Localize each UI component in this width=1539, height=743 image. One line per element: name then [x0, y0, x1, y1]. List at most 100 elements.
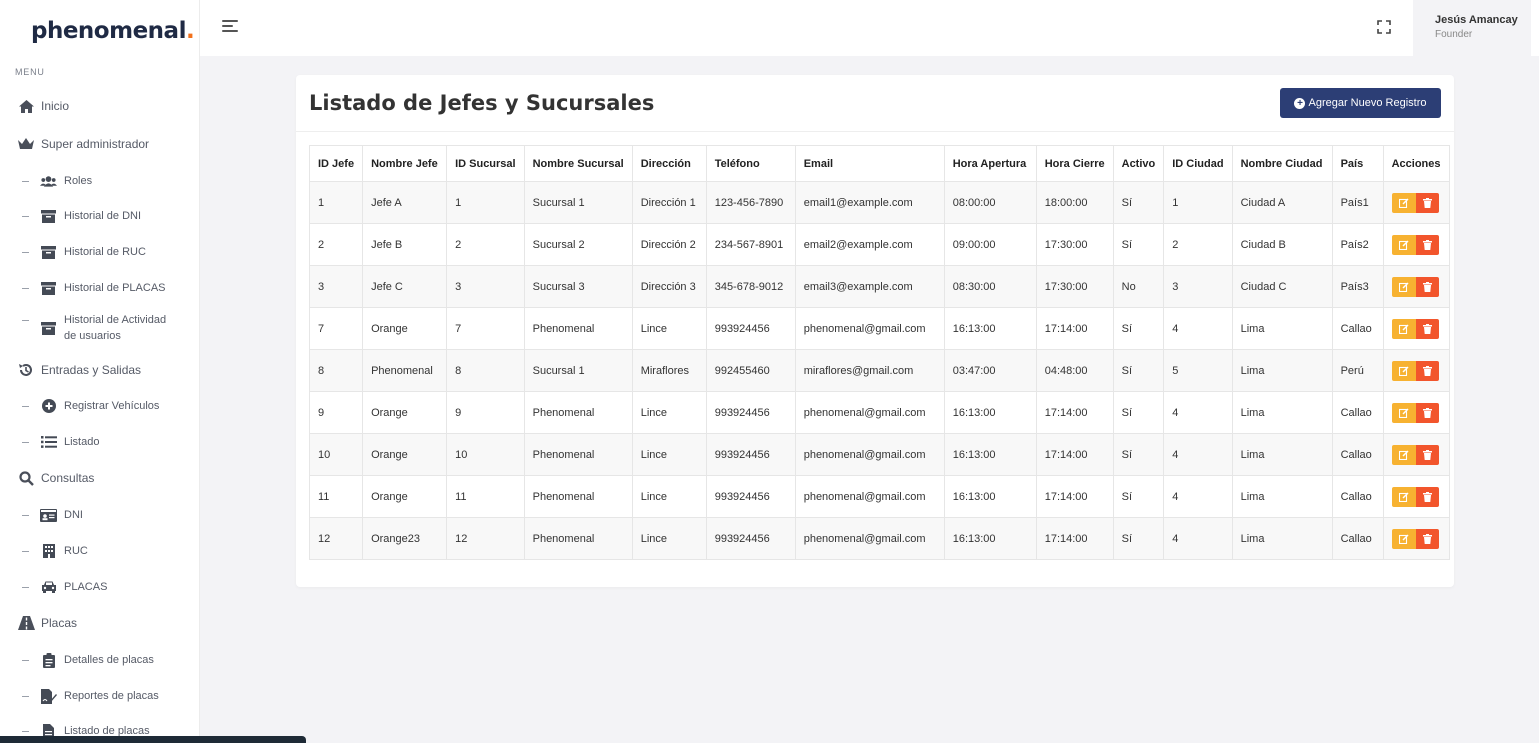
sidebar-item-placas-consulta[interactable]: PLACAS	[22, 579, 107, 595]
edit-button[interactable]	[1391, 234, 1416, 255]
delete-button[interactable]	[1415, 234, 1439, 255]
table-cell: Lima	[1231, 517, 1333, 560]
user-menu[interactable]: Jesús Amancay Founder	[1413, 0, 1531, 56]
sidebar-item-listado[interactable]: Listado	[22, 434, 99, 450]
table-cell: 4	[1163, 307, 1233, 350]
table-cell: Callao	[1331, 307, 1384, 350]
table-cell: 17:14:00	[1035, 307, 1114, 350]
trash-icon	[1422, 323, 1432, 334]
sidebar-item-dni[interactable]: DNI	[22, 507, 83, 523]
table-cell: Phenomenal	[523, 475, 633, 518]
sidebar-item-consultas[interactable]: Consultas	[17, 470, 94, 486]
edit-button[interactable]	[1391, 486, 1416, 507]
delete-button[interactable]	[1415, 276, 1439, 297]
sidebar-item-historial-ruc[interactable]: Historial de RUC	[22, 244, 146, 260]
edit-button[interactable]	[1391, 444, 1416, 465]
table-cell: Lima	[1231, 433, 1333, 476]
table-cell: Callao	[1331, 433, 1384, 476]
edit-button[interactable]	[1391, 192, 1416, 213]
table-cell: 123-456-7890	[705, 181, 796, 224]
table-cell: 4	[1163, 391, 1233, 434]
delete-button[interactable]	[1415, 528, 1439, 549]
sidebar-item-label: Registrar Vehículos	[64, 400, 160, 412]
fullscreen-icon[interactable]	[1377, 20, 1391, 34]
delete-button[interactable]	[1415, 192, 1439, 213]
sidebar-item-label: RUC	[64, 545, 88, 557]
sidebar-item-roles[interactable]: Roles	[22, 173, 92, 189]
sidebar-item-historial-placas[interactable]: Historial de PLACAS	[22, 280, 166, 296]
table-row: 7 Orange 7 Phenomenal Lince 993924456 phenomen…	[308, 307, 1450, 350]
sidebar-item-super-administrador[interactable]: Super administrador	[17, 136, 149, 152]
table-row: 8 Phenomenal 8 Sucursal 1 Miraflores 99245546…	[308, 349, 1450, 392]
label-line-2: de usuarios	[64, 330, 121, 342]
crown-icon	[17, 136, 35, 152]
road-icon	[17, 615, 35, 631]
table-cell: 11	[446, 475, 525, 518]
trash-icon	[1422, 491, 1432, 502]
table-cell: Perú	[1331, 349, 1384, 392]
delete-button[interactable]	[1415, 402, 1439, 423]
table-cell: País1	[1331, 181, 1384, 224]
delete-button[interactable]	[1415, 444, 1439, 465]
table-cell: Dirección 2	[631, 223, 707, 266]
edit-button[interactable]	[1391, 360, 1416, 381]
table-cell: 5	[1163, 349, 1233, 392]
table-cell: email2@example.com	[794, 223, 945, 266]
trash-icon	[1422, 281, 1432, 292]
menu-toggle-icon[interactable]	[222, 20, 238, 34]
table-cell: País3	[1331, 265, 1384, 308]
sidebar: phenomenal. MENU Inicio Super administra…	[0, 0, 200, 743]
edit-button[interactable]	[1391, 402, 1416, 423]
sidebar-item-registrar-vehiculos[interactable]: Registrar Vehículos	[22, 398, 159, 414]
edit-icon	[1398, 281, 1409, 292]
delete-button[interactable]	[1415, 360, 1439, 381]
edit-button[interactable]	[1391, 276, 1416, 297]
table-cell: phenomenal@gmail.com	[794, 307, 945, 350]
sidebar-item-historial-actividad[interactable]: Historial de Actividad de usuarios	[22, 312, 166, 344]
add-record-button[interactable]: + Agregar Nuevo Registro	[1280, 88, 1441, 118]
sidebar-item-detalles-placas[interactable]: Detalles de placas	[22, 652, 154, 668]
table-cell: País2	[1331, 223, 1384, 266]
table-cell: Callao	[1331, 391, 1384, 434]
column-header: Activo	[1112, 145, 1165, 182]
archive-icon	[40, 281, 57, 295]
table-cell: Sí	[1112, 223, 1165, 266]
archive-icon	[40, 321, 57, 335]
table-cell: 1	[446, 181, 525, 224]
table-cell: 3	[1163, 265, 1233, 308]
actions-cell	[1382, 391, 1450, 434]
sidebar-item-label: Listado	[64, 436, 100, 448]
actions-cell	[1382, 517, 1450, 560]
sidebar-item-placas[interactable]: Placas	[17, 615, 77, 631]
sub-dash	[22, 550, 29, 552]
label-line-1: Historial de Actividad	[64, 314, 167, 326]
table-cell: 09:00:00	[943, 223, 1037, 266]
table-row: 9 Orange 9 Phenomenal Lince 993924456 phenomen…	[308, 391, 1450, 434]
sidebar-item-ruc[interactable]: RUC	[22, 543, 88, 559]
table-cell: Sucursal 2	[523, 223, 633, 266]
table-cell: 17:14:00	[1035, 391, 1114, 434]
table-cell: miraflores@gmail.com	[794, 349, 945, 392]
table-cell: Lima	[1231, 307, 1333, 350]
table-cell: Dirección 3	[631, 265, 707, 308]
sidebar-item-label: Historial de PLACAS	[64, 282, 166, 294]
table-cell: Phenomenal	[523, 307, 633, 350]
actions-cell	[1382, 349, 1450, 392]
delete-button[interactable]	[1415, 486, 1439, 507]
table-cell: 17:30:00	[1035, 223, 1114, 266]
table-cell: Orange23	[362, 517, 448, 560]
sidebar-item-historial-dni[interactable]: Historial de DNI	[22, 208, 141, 224]
main-card: Listado de Jefes y Sucursales + Agregar …	[296, 75, 1454, 587]
edit-icon	[1398, 491, 1409, 502]
action-group	[1391, 402, 1441, 423]
edit-icon	[1398, 197, 1409, 208]
sidebar-item-reportes-placas[interactable]: Reportes de placas	[22, 688, 159, 704]
brand-dot: .	[185, 18, 195, 44]
sidebar-item-entradas-salidas[interactable]: Entradas y Salidas	[17, 362, 141, 378]
sub-dash	[22, 659, 29, 661]
edit-button[interactable]	[1391, 318, 1416, 339]
sidebar-item-inicio[interactable]: Inicio	[17, 98, 69, 114]
brand-logo[interactable]: phenomenal.	[0, 0, 199, 62]
delete-button[interactable]	[1415, 318, 1439, 339]
edit-button[interactable]	[1391, 528, 1416, 549]
